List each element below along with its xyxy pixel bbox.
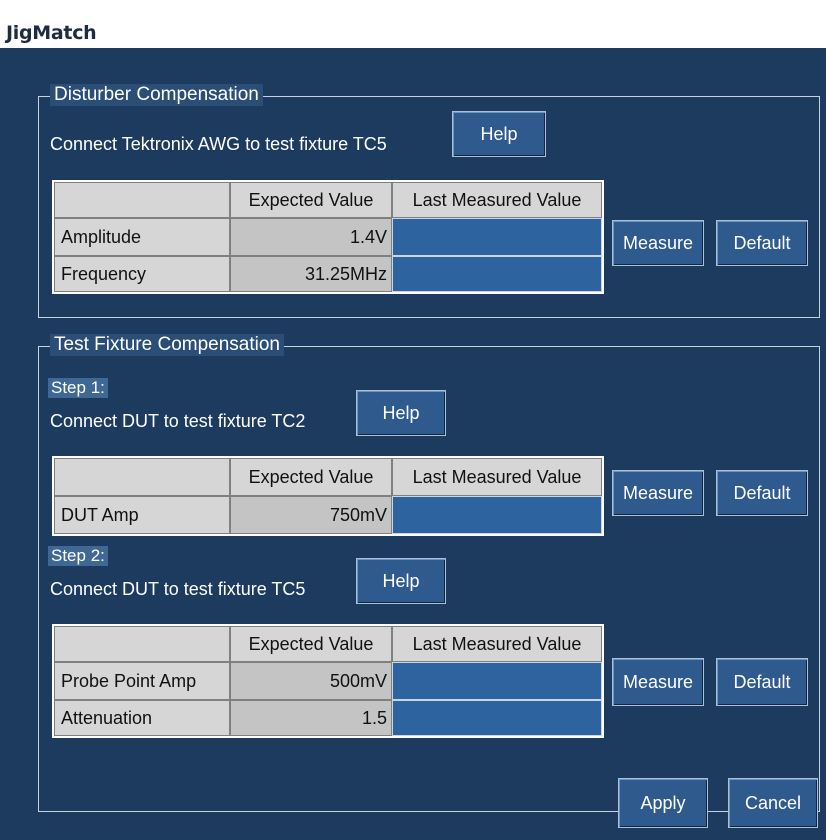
step1-row-dut-amp-expected: 750mV: [230, 496, 392, 534]
disturber-header-corner: [54, 182, 230, 218]
disturber-instruction: Connect Tektronix AWG to test fixture TC…: [50, 134, 387, 154]
step2-row-probe-point-amp-expected: 500mV: [230, 662, 392, 700]
disturber-measure-button[interactable]: Measure: [612, 220, 704, 266]
disturber-row-amplitude-label: Amplitude: [54, 218, 230, 256]
step1-label: Step 1:: [48, 378, 108, 398]
step2-row-probe-point-amp-label: Probe Point Amp: [54, 662, 230, 700]
step2-row-attenuation-expected: 1.5: [230, 700, 392, 736]
step1-header-expected: Expected Value: [230, 458, 392, 496]
step1-row-dut-amp-label: DUT Amp: [54, 496, 230, 534]
step2-header-expected: Expected Value: [230, 626, 392, 662]
jigmatch-window: JigMatch Disturber Compensation Connect …: [0, 0, 826, 840]
disturber-row-frequency-expected: 31.25MHz: [230, 256, 392, 292]
step2-help-button[interactable]: Help: [356, 558, 446, 604]
step2-row-attenuation-label: Attenuation: [54, 700, 230, 736]
step2-label: Step 2:: [48, 546, 108, 566]
disturber-table: Expected Value Last Measured Value Ampli…: [52, 180, 604, 294]
step1-header-measured: Last Measured Value: [392, 458, 602, 496]
disturber-compensation-label: Disturber Compensation: [50, 84, 263, 106]
step2-row-attenuation-measured: [392, 700, 602, 736]
apply-button[interactable]: Apply: [618, 778, 708, 828]
step2-default-button[interactable]: Default: [716, 658, 808, 706]
step2-header-corner: [54, 626, 230, 662]
disturber-row-amplitude-expected: 1.4V: [230, 218, 392, 256]
disturber-row-frequency-measured: [392, 256, 602, 292]
test-fixture-compensation-label: Test Fixture Compensation: [50, 334, 284, 356]
disturber-help-button[interactable]: Help: [452, 111, 546, 157]
step1-instruction: Connect DUT to test fixture TC2: [50, 411, 306, 431]
dialog-body: Disturber Compensation Connect Tektronix…: [0, 48, 826, 840]
cancel-button[interactable]: Cancel: [728, 778, 818, 828]
title-bar: JigMatch: [0, 0, 826, 48]
window-title: JigMatch: [6, 22, 97, 44]
step1-help-button[interactable]: Help: [356, 390, 446, 436]
disturber-header-expected: Expected Value: [230, 182, 392, 218]
step1-default-button[interactable]: Default: [716, 470, 808, 516]
step2-measure-button[interactable]: Measure: [612, 658, 704, 706]
step2-header-measured: Last Measured Value: [392, 626, 602, 662]
disturber-header-measured: Last Measured Value: [392, 182, 602, 218]
disturber-row-amplitude-measured: [392, 218, 602, 256]
step1-header-corner: [54, 458, 230, 496]
step2-table: Expected Value Last Measured Value Probe…: [52, 624, 604, 738]
step1-measure-button[interactable]: Measure: [612, 470, 704, 516]
disturber-row-frequency-label: Frequency: [54, 256, 230, 292]
step1-row-dut-amp-measured: [392, 496, 602, 534]
disturber-default-button[interactable]: Default: [716, 220, 808, 266]
step1-table: Expected Value Last Measured Value DUT A…: [52, 456, 604, 536]
step2-instruction: Connect DUT to test fixture TC5: [50, 579, 306, 599]
step2-row-probe-point-amp-measured: [392, 662, 602, 700]
